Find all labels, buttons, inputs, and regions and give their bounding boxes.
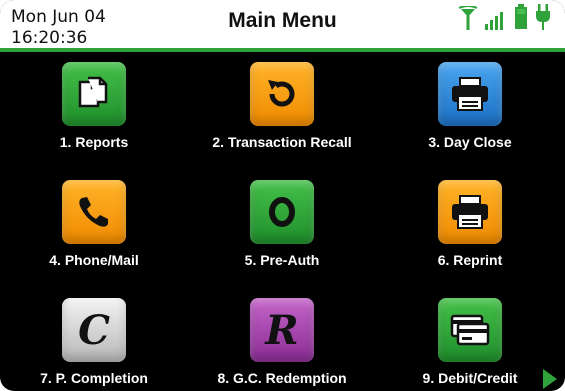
redemption-r-icon: R <box>250 298 314 362</box>
svg-text:C: C <box>78 308 110 352</box>
printer-icon <box>438 180 502 244</box>
menu-item-label: 3. Day Close <box>428 134 512 150</box>
reports-icon <box>62 62 126 126</box>
menu-item-label: 9. Debit/Credit <box>422 370 518 386</box>
menu-item-debit-credit[interactable]: 9. Debit/Credit <box>376 288 564 391</box>
menu-item-gc-redemption[interactable]: R 8. G.C. Redemption <box>188 288 376 391</box>
card-icon <box>438 298 502 362</box>
phone-icon <box>62 180 126 244</box>
menu-item-phone-mail[interactable]: 4. Phone/Mail <box>0 170 188 288</box>
menu-item-label: 6. Reprint <box>437 252 503 268</box>
recall-icon <box>250 62 314 126</box>
signal-bars-icon <box>485 8 507 35</box>
menu-item-label: 5. Pre-Auth <box>244 252 320 268</box>
menu-item-label: 1. Reports <box>59 134 129 150</box>
menu-item-reprint[interactable]: 6. Reprint <box>376 170 564 288</box>
menu-item-p-completion[interactable]: C 7. P. Completion <box>0 288 188 391</box>
menu-item-day-close[interactable]: 3. Day Close <box>376 52 564 170</box>
svg-text:R: R <box>264 308 298 352</box>
menu-item-transaction-recall[interactable]: 2. Transaction Recall <box>188 52 376 170</box>
status-bar: Mon Jun 04 16:20:36 Main Menu <box>0 0 565 52</box>
antenna-icon <box>458 5 478 35</box>
next-page-arrow-icon[interactable] <box>543 369 557 389</box>
menu-item-pre-auth[interactable]: 5. Pre-Auth <box>188 170 376 288</box>
menu-item-label: 2. Transaction Recall <box>212 134 352 150</box>
menu-item-label: 8. G.C. Redemption <box>217 370 347 386</box>
terminal-screen: Mon Jun 04 16:20:36 Main Menu 1. Reports… <box>0 0 565 391</box>
pre-auth-icon <box>250 180 314 244</box>
menu-item-label: 4. Phone/Mail <box>49 252 139 268</box>
status-icons <box>458 4 551 35</box>
battery-icon <box>514 4 528 35</box>
printer-icon <box>438 62 502 126</box>
menu-item-reports[interactable]: 1. Reports <box>0 52 188 170</box>
completion-c-icon: C <box>62 298 126 362</box>
power-plug-icon <box>535 4 551 35</box>
menu-item-label: 7. P. Completion <box>40 370 148 386</box>
